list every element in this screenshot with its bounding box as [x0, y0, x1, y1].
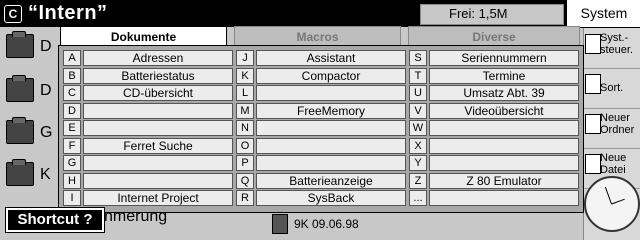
file-icon[interactable] [272, 214, 288, 234]
shortcut-entry[interactable] [256, 120, 406, 136]
shortcut-key: S [409, 50, 427, 66]
sidebar-item-label: Sort. [600, 82, 624, 94]
shortcut-entry[interactable]: Umsatz Abt. 39 [429, 85, 579, 101]
new-folder-icon [585, 114, 601, 134]
shortcut-entry[interactable]: Videoübersicht [429, 102, 579, 119]
shortcut-entry[interactable] [83, 172, 233, 189]
shortcut-key: T [409, 67, 427, 84]
shortcut-key: Z [409, 172, 427, 189]
shortcut-grid: A Adressen B Batteriestatus C CD-übersicht D E F… [58, 45, 584, 213]
folder-icon[interactable] [4, 159, 34, 186]
new-folder-button[interactable]: Neuer Ordner [584, 108, 640, 149]
shortcut-key: H [63, 172, 81, 189]
shortcut-key: V [409, 102, 427, 119]
shortcut-key: K [236, 67, 254, 84]
shortcut-key: A [63, 50, 81, 66]
tab-diverse[interactable]: Diverse [408, 26, 580, 47]
sidebar-item-label: Syst.-steuer. [600, 32, 634, 56]
shortcut-key: P [236, 155, 254, 171]
shortcut-key: ... [409, 190, 427, 206]
title-bar: C “Intern” Frei: 1,5M [0, 0, 566, 27]
shortcut-key: X [409, 137, 427, 154]
shortcut-entry[interactable] [429, 190, 579, 206]
shortcut-entry[interactable] [429, 137, 579, 154]
shortcut-key: E [63, 120, 81, 136]
shortcut-key: G [63, 155, 81, 171]
shortcut-entry[interactable] [83, 102, 233, 119]
folder-label: K [40, 166, 51, 183]
shortcut-entry[interactable]: Adressen [83, 50, 233, 66]
shortcut-entry[interactable] [83, 155, 233, 171]
shortcut-entry[interactable] [83, 120, 233, 136]
shortcut-entry[interactable]: Termine [429, 67, 579, 84]
free-memory-indicator: Frei: 1,5M [420, 4, 564, 25]
shortcut-entry[interactable]: Ferret Suche [83, 137, 233, 154]
tab-dokumente[interactable]: Dokumente [60, 26, 227, 47]
shortcut-key: J [236, 50, 254, 66]
sort-icon [585, 74, 601, 94]
shortcut-key: I [63, 190, 81, 206]
app-logo-icon[interactable]: C [4, 5, 22, 23]
shortcut-key: R [236, 190, 254, 206]
folder-icon[interactable] [4, 75, 34, 102]
settings-icon [585, 34, 601, 54]
shortcut-entry[interactable]: SysBack [256, 190, 406, 206]
folder-label: G [40, 124, 53, 141]
shortcut-key: W [409, 120, 427, 136]
system-settings-button[interactable]: Syst.-steuer. [584, 28, 640, 69]
shortcut-entry[interactable] [429, 120, 579, 136]
free-memory-label: Frei: 1,5M [449, 6, 508, 21]
sidebar-item-label: Neuer Ordner [600, 112, 635, 136]
shortcut-entry[interactable]: Seriennummern [429, 50, 579, 66]
sort-button[interactable]: Sort. [584, 68, 640, 109]
shortcut-key: U [409, 85, 427, 101]
shortcut-key: M [236, 102, 254, 119]
shortcut-key: L [236, 85, 254, 101]
shortcut-key: N [236, 120, 254, 136]
folder-icon[interactable] [4, 31, 34, 58]
shortcut-entry[interactable]: Z 80 Emulator [429, 172, 579, 189]
shortcut-entry[interactable]: FreeMemory [256, 102, 406, 119]
shortcut-entry[interactable]: Assistant [256, 50, 406, 66]
window-title: “Intern” [28, 2, 108, 24]
shortcut-entry[interactable]: Compactor [256, 67, 406, 84]
shortcut-entry[interactable]: Internet Project [83, 190, 233, 206]
shortcut-key: C [63, 85, 81, 101]
shortcut-entry[interactable]: Batterieanzeige [256, 172, 406, 189]
clock-icon [584, 176, 640, 232]
shortcut-entry[interactable] [256, 137, 406, 154]
shortcut-key: F [63, 137, 81, 154]
folder-label: D [40, 38, 52, 55]
system-tab[interactable]: System [566, 0, 640, 28]
shortcut-entry[interactable]: Batteriestatus [83, 67, 233, 84]
shortcut-prompt: Shortcut ? [5, 207, 105, 233]
shortcut-entry[interactable] [256, 155, 406, 171]
shortcut-key: D [63, 102, 81, 119]
shortcut-key: Y [409, 155, 427, 171]
shortcut-entry[interactable] [429, 155, 579, 171]
sidebar-item-label: Neue Datei [600, 152, 627, 176]
file-info: 9K 09.06.98 [294, 217, 359, 231]
shortcut-dialog: Dokumente Macros Diverse A Adressen B Batte… [58, 26, 584, 213]
shortcut-key: O [236, 137, 254, 154]
shortcut-key: B [63, 67, 81, 84]
folder-icon[interactable] [4, 117, 34, 144]
shortcut-entry[interactable] [256, 85, 406, 101]
folder-label: D [40, 82, 52, 99]
shortcut-entry[interactable]: CD-übersicht [83, 85, 233, 101]
shortcut-key: Q [236, 172, 254, 189]
tab-macros[interactable]: Macros [234, 26, 401, 47]
new-file-icon [585, 154, 601, 174]
